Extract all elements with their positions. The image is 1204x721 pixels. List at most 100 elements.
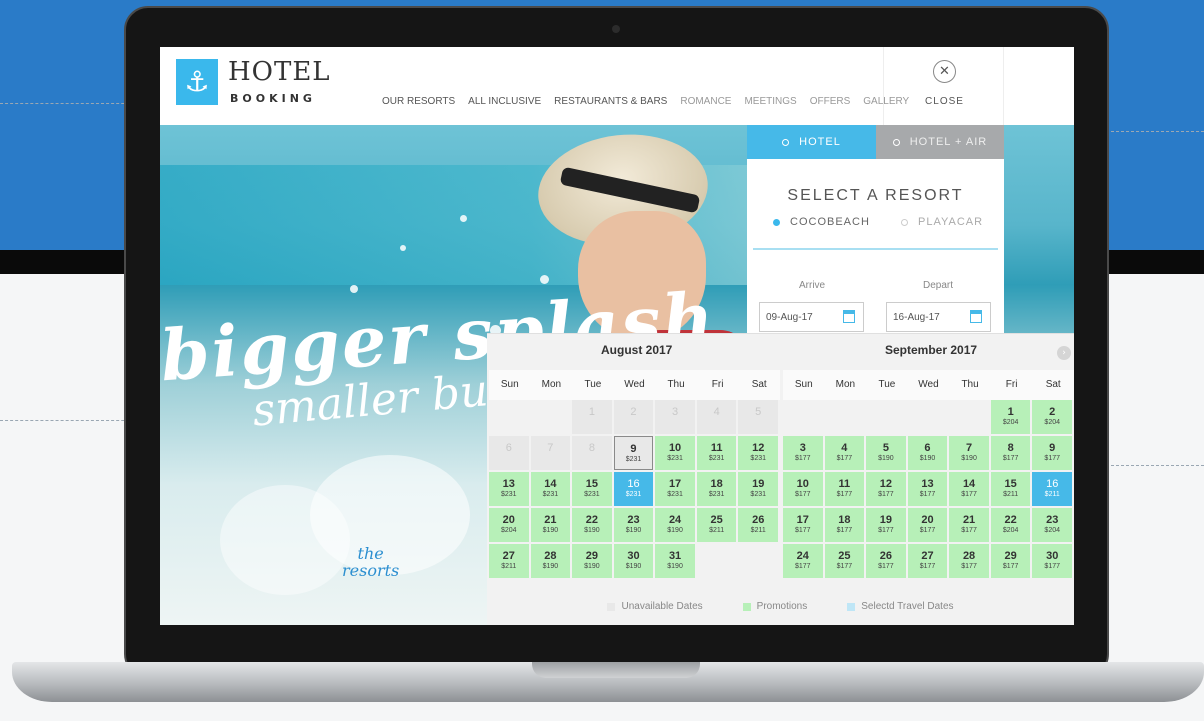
- close-icon[interactable]: ✕: [933, 60, 956, 83]
- day-cell[interactable]: 28 $190: [530, 544, 571, 578]
- day-cell[interactable]: 17 $177: [783, 508, 823, 542]
- day-cell[interactable]: 13 $231: [489, 472, 529, 506]
- day-number: 8: [1007, 442, 1014, 454]
- day-cell[interactable]: 31 $190: [655, 544, 695, 578]
- arrive-date-input[interactable]: 09-Aug-17: [759, 302, 864, 332]
- day-cell[interactable]: 7 $190: [949, 436, 989, 470]
- legend-swatch: [742, 602, 751, 611]
- legend-label: Promotions: [756, 601, 808, 612]
- day-cell-empty: [697, 544, 737, 578]
- tab-hotel-air[interactable]: HOTEL + AIR: [876, 125, 1004, 159]
- day-number: 20: [502, 514, 515, 526]
- day-cell[interactable]: 11 $177: [824, 472, 865, 506]
- day-cell[interactable]: 3 $177: [783, 436, 823, 470]
- day-cell[interactable]: 21 $190: [530, 508, 571, 542]
- resort-option-cocobeach[interactable]: COCOBEACH: [773, 216, 870, 228]
- day-cell[interactable]: 17 $231: [655, 472, 695, 506]
- day-cell[interactable]: 22 $190: [572, 508, 612, 542]
- calendar-icon[interactable]: [970, 310, 982, 323]
- day-number: 27: [921, 550, 934, 562]
- day-price: $190: [542, 563, 559, 570]
- nav-all-inclusive[interactable]: ALL INCLUSIVE: [468, 96, 541, 107]
- nav-offers[interactable]: OFFERS: [810, 96, 851, 107]
- day-number: 7: [966, 442, 973, 454]
- day-cell[interactable]: 12 $177: [866, 472, 906, 506]
- logo-title[interactable]: HOTEL: [228, 57, 331, 87]
- day-cell[interactable]: 18 $231: [696, 472, 737, 506]
- legend-promotions: Promotions: [742, 601, 808, 612]
- day-number: 12: [879, 478, 893, 490]
- day-cell[interactable]: 10 $231: [655, 436, 695, 470]
- day-cell[interactable]: 29 $177: [990, 544, 1031, 578]
- anchor-icon[interactable]: ⚓: [176, 59, 218, 105]
- day-price: $177: [919, 491, 936, 498]
- day-cell[interactable]: 23 $204: [1032, 508, 1072, 542]
- day-cell[interactable]: 24 $190: [655, 508, 695, 542]
- day-cell[interactable]: 2 $204: [1032, 400, 1072, 434]
- day-cell[interactable]: 10 $177: [783, 472, 823, 506]
- resort-option-playacar[interactable]: PLAYACAR: [901, 216, 983, 228]
- day-cell[interactable]: 15 $211: [990, 472, 1031, 506]
- day-cell[interactable]: 15 $231: [572, 472, 612, 506]
- day-cell[interactable]: 24 $177: [783, 544, 823, 578]
- day-price: $231: [542, 491, 559, 498]
- resort-option-label: COCOBEACH: [790, 216, 870, 228]
- day-price: $231: [750, 491, 766, 498]
- day-cell[interactable]: 8 $177: [990, 436, 1031, 470]
- chevron-right-icon[interactable]: ›: [1057, 346, 1071, 360]
- day-cell[interactable]: 13 $177: [907, 472, 948, 506]
- day-cell[interactable]: 4 $177: [824, 436, 865, 470]
- day-cell[interactable]: 6 $190: [907, 436, 948, 470]
- day-cell[interactable]: 30 $177: [1032, 544, 1072, 578]
- day-number: 14: [544, 478, 557, 490]
- day-cell[interactable]: 28 $177: [949, 544, 989, 578]
- nav-meetings[interactable]: MEETINGS: [744, 96, 796, 107]
- tab-hotel-label: HOTEL: [799, 136, 841, 148]
- day-cell[interactable]: 9 $231: [613, 436, 654, 470]
- booking-panel: SELECT A RESORT COCOBEACH PLAYACAR Arriv…: [747, 159, 1004, 333]
- day-cell[interactable]: 9 $177: [1032, 436, 1072, 470]
- weekday-header: Tue: [572, 370, 614, 400]
- day-cell[interactable]: 18 $177: [824, 508, 865, 542]
- nav-our-resorts[interactable]: OUR RESORTS: [382, 96, 455, 107]
- day-price: $231: [584, 491, 600, 498]
- site-header: ⚓ HOTEL BOOKING OUR RESORTS ALL INCLUSIV…: [160, 47, 1074, 125]
- day-cell[interactable]: 16 $231: [613, 472, 654, 506]
- day-cell[interactable]: 30 $190: [613, 544, 654, 578]
- day-cell[interactable]: 22 $204: [990, 508, 1031, 542]
- day-cell[interactable]: 27 $177: [907, 544, 948, 578]
- day-cell[interactable]: 26 $211: [738, 508, 778, 542]
- day-cell[interactable]: 29 $190: [572, 544, 612, 578]
- day-cell[interactable]: 20 $177: [907, 508, 948, 542]
- day-cell[interactable]: 14 $231: [530, 472, 571, 506]
- day-cell[interactable]: 11 $231: [696, 436, 737, 470]
- day-cell[interactable]: 1 $204: [990, 400, 1031, 434]
- nav-romance[interactable]: ROMANCE: [680, 96, 731, 107]
- day-cell[interactable]: 19 $177: [866, 508, 906, 542]
- calendar-icon[interactable]: [843, 310, 855, 323]
- day-cell[interactable]: 25 $211: [696, 508, 737, 542]
- day-price: $177: [878, 527, 894, 534]
- close-label[interactable]: CLOSE: [884, 96, 1005, 107]
- day-price: $190: [878, 455, 894, 462]
- day-cell[interactable]: 26 $177: [866, 544, 906, 578]
- close-button[interactable]: ✕ CLOSE: [883, 47, 1004, 125]
- weekday-header: Sun: [783, 370, 825, 400]
- day-cell[interactable]: 27 $211: [489, 544, 529, 578]
- nav-restaurants-bars[interactable]: RESTAURANTS & BARS: [554, 96, 667, 107]
- day-cell[interactable]: 21 $177: [949, 508, 989, 542]
- day-cell[interactable]: 14 $177: [949, 472, 989, 506]
- day-cell[interactable]: 12 $231: [738, 436, 778, 470]
- day-cell[interactable]: 25 $177: [824, 544, 865, 578]
- depart-date-input[interactable]: 16-Aug-17: [886, 302, 991, 332]
- day-price: $177: [1044, 563, 1060, 570]
- day-number: 1: [1007, 406, 1014, 418]
- tab-hotel[interactable]: HOTEL: [747, 125, 876, 159]
- logo-subtitle[interactable]: BOOKING: [230, 92, 316, 105]
- day-cell[interactable]: 19 $231: [738, 472, 778, 506]
- legend-swatch: [607, 602, 616, 611]
- day-cell[interactable]: 5 $190: [866, 436, 906, 470]
- day-cell[interactable]: 20 $204: [489, 508, 529, 542]
- day-cell[interactable]: 16 $211: [1032, 472, 1072, 506]
- day-cell[interactable]: 23 $190: [613, 508, 654, 542]
